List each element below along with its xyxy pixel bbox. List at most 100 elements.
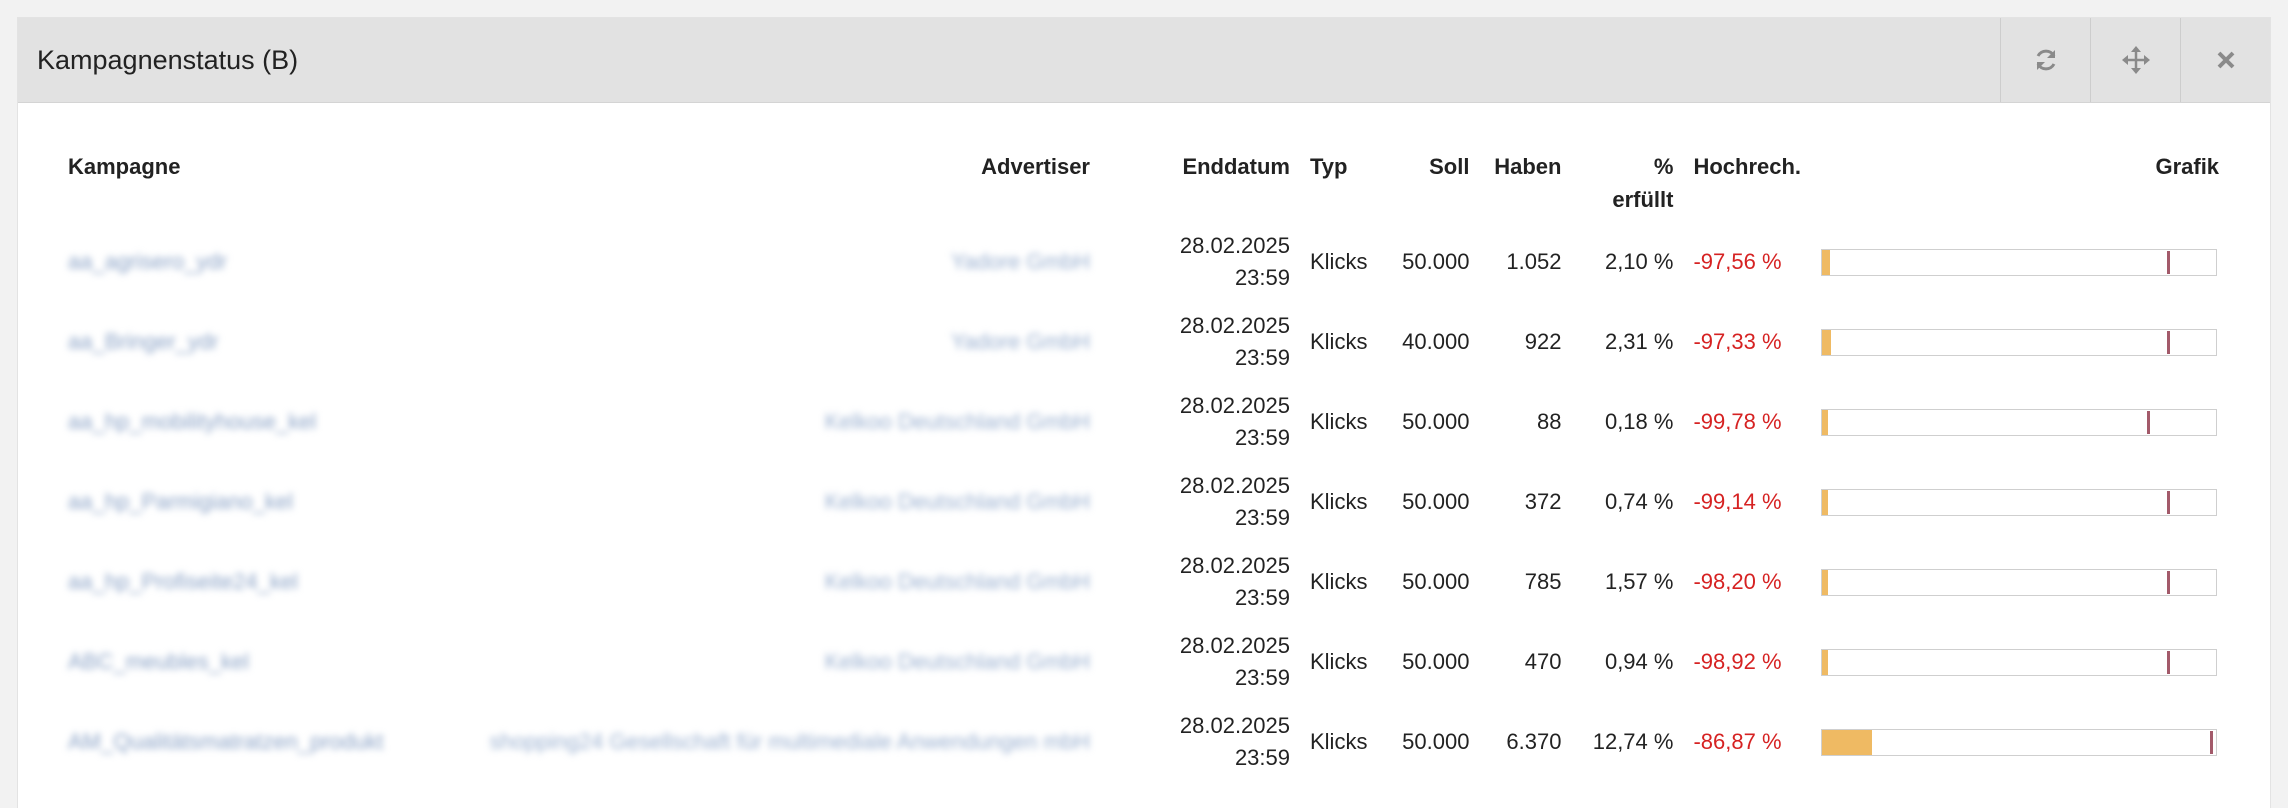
type-cell: Klicks xyxy=(1310,569,1368,594)
advertiser-link[interactable]: Kelkoo Deutschland GmbH xyxy=(825,649,1090,674)
col-header-kampagne[interactable]: Kampagne xyxy=(58,142,478,222)
graphic-cell xyxy=(1811,702,2229,782)
forecast-cell: -97,33 % xyxy=(1693,329,1782,354)
type-cell: Klicks xyxy=(1310,329,1368,354)
table-row: aa_agrisero_ydr Yadore GmbH 28.02.2025 23:5… xyxy=(58,222,2229,302)
type-cell: Klicks xyxy=(1310,729,1368,754)
close-button[interactable] xyxy=(2180,18,2270,102)
fulfilled-cell: 0,74 % xyxy=(1604,489,1674,514)
end-date-time: 23:59 xyxy=(1234,745,1290,770)
close-icon xyxy=(2217,51,2234,69)
progress-marker xyxy=(2147,410,2151,434)
progress-bar xyxy=(1821,408,2218,436)
graphic-cell xyxy=(1811,462,2229,542)
move-icon xyxy=(2121,46,2150,74)
end-date-day: 28.02.2025 xyxy=(1179,473,1290,498)
target-cell: 50.000 xyxy=(1402,409,1470,434)
progress-marker xyxy=(2166,650,2170,674)
end-date: 28.02.2025 23:59 xyxy=(1100,302,1300,382)
col-header-haben[interactable]: Haben xyxy=(1479,142,1571,222)
campaign-link[interactable]: AM_Qualitätsmatratzen_produkt xyxy=(68,729,384,754)
type-cell: Klicks xyxy=(1310,249,1368,274)
widget-title: Kampagnenstatus (B) xyxy=(37,45,299,75)
progress-fill xyxy=(1822,249,1831,275)
type-cell: Klicks xyxy=(1310,489,1368,514)
end-date: 28.02.2025 23:59 xyxy=(1100,382,1300,462)
end-date-day: 28.02.2025 xyxy=(1179,393,1290,418)
end-date-day: 28.02.2025 xyxy=(1179,553,1290,578)
fulfilled-cell: 1,57 % xyxy=(1604,569,1674,594)
forecast-cell: -98,20 % xyxy=(1693,569,1782,594)
advertiser-link[interactable]: Yadore GmbH xyxy=(951,249,1090,274)
advertiser-link[interactable]: Kelkoo Deutschland GmbH xyxy=(825,489,1090,514)
col-header-grafik[interactable]: Grafik xyxy=(1811,142,2229,222)
target-cell: 50.000 xyxy=(1402,649,1470,674)
campaign-link[interactable]: aa_hp_Parmigiano_kel xyxy=(68,489,293,514)
fulfilled-cell: 12,74 % xyxy=(1592,729,1674,754)
end-date-day: 28.02.2025 xyxy=(1179,313,1290,338)
fulfilled-cell: 2,10 % xyxy=(1604,249,1674,274)
col-header-hochrech[interactable]: Hochrech. xyxy=(1683,142,1811,222)
actual-cell: 372 xyxy=(1524,489,1562,514)
end-date-time: 23:59 xyxy=(1234,505,1290,530)
col-header-erfuellt-line2: erfüllt xyxy=(1612,187,1674,212)
end-date-time: 23:59 xyxy=(1234,585,1290,610)
end-date: 28.02.2025 23:59 xyxy=(1100,542,1300,622)
end-date: 28.02.2025 23:59 xyxy=(1100,462,1300,542)
col-header-enddatum[interactable]: Enddatum xyxy=(1100,142,1300,222)
table-row: ABC_meubles_kel Kelkoo Deutschland GmbH 28… xyxy=(58,622,2229,702)
progress-marker xyxy=(2166,250,2170,274)
table-row: aa_hp_Profiseite24_kel Kelkoo Deutschland… xyxy=(58,542,2229,622)
col-header-soll[interactable]: Soll xyxy=(1377,142,1479,222)
table-row: aa_hp_Parmigiano_kel Kelkoo Deutschland G… xyxy=(58,462,2229,542)
move-button[interactable] xyxy=(2090,18,2180,102)
type-cell: Klicks xyxy=(1310,649,1368,674)
progress-fill xyxy=(1822,329,1832,355)
forecast-cell: -99,78 % xyxy=(1693,409,1782,434)
end-date: 28.02.2025 23:59 xyxy=(1100,702,1300,782)
actual-cell: 88 xyxy=(1536,409,1562,434)
progress-fill xyxy=(1822,409,1828,435)
advertiser-link[interactable]: Kelkoo Deutschland GmbH xyxy=(825,569,1090,594)
forecast-cell: -98,92 % xyxy=(1693,649,1782,674)
campaign-link[interactable]: aa_hp_mobilityhouse_kel xyxy=(68,409,316,434)
progress-bar xyxy=(1821,488,2218,516)
end-date: 28.02.2025 23:59 xyxy=(1100,222,1300,302)
advertiser-link[interactable]: Kelkoo Deutschland GmbH xyxy=(825,409,1090,434)
forecast-cell: -86,87 % xyxy=(1693,729,1782,754)
progress-bar xyxy=(1821,328,2218,356)
table-body: aa_agrisero_ydr Yadore GmbH 28.02.2025 23:5… xyxy=(58,222,2229,782)
campaign-link[interactable]: aa_hp_Profiseite24_kel xyxy=(68,569,298,594)
campaign-link[interactable]: aa_agrisero_ydr xyxy=(68,249,227,274)
progress-fill xyxy=(1822,649,1828,675)
campaign-link[interactable]: ABC_meubles_kel xyxy=(68,649,249,674)
col-header-erfuellt-line1: % xyxy=(1653,154,1674,179)
refresh-button[interactable] xyxy=(2000,18,2090,102)
end-date-time: 23:59 xyxy=(1234,265,1290,290)
campaign-table: Kampagne Advertiser Enddatum Typ Soll Ha… xyxy=(58,142,2229,782)
target-cell: 50.000 xyxy=(1402,489,1470,514)
progress-fill xyxy=(1822,489,1828,515)
progress-marker xyxy=(2166,330,2170,354)
widget-header: Kampagnenstatus (B) xyxy=(18,18,2270,103)
col-header-erfuellt[interactable]: % erfüllt xyxy=(1571,142,1683,222)
fulfilled-cell: 2,31 % xyxy=(1604,329,1674,354)
target-cell: 50.000 xyxy=(1402,569,1470,594)
table-row: AM_Qualitätsmatratzen_produkt shopping24 … xyxy=(58,702,2229,782)
graphic-cell xyxy=(1811,382,2229,462)
col-header-typ[interactable]: Typ xyxy=(1300,142,1377,222)
actual-cell: 785 xyxy=(1524,569,1562,594)
end-date-day: 28.02.2025 xyxy=(1179,233,1290,258)
col-header-advertiser[interactable]: Advertiser xyxy=(478,142,1100,222)
advertiser-link[interactable]: Yadore GmbH xyxy=(951,329,1090,354)
type-cell: Klicks xyxy=(1310,409,1368,434)
target-cell: 50.000 xyxy=(1402,729,1470,754)
target-cell: 40.000 xyxy=(1402,329,1470,354)
progress-marker xyxy=(2166,490,2170,514)
campaign-status-widget: Kampagnenstatus (B) Kampagne Advertiser … xyxy=(18,18,2270,808)
advertiser-link[interactable]: shopping24 Gesellschaft für multimediale… xyxy=(490,729,1090,754)
forecast-cell: -99,14 % xyxy=(1693,489,1782,514)
progress-fill xyxy=(1822,729,1873,755)
progress-bar xyxy=(1821,728,2218,756)
campaign-link[interactable]: aa_Bringer_ydr xyxy=(68,329,218,354)
